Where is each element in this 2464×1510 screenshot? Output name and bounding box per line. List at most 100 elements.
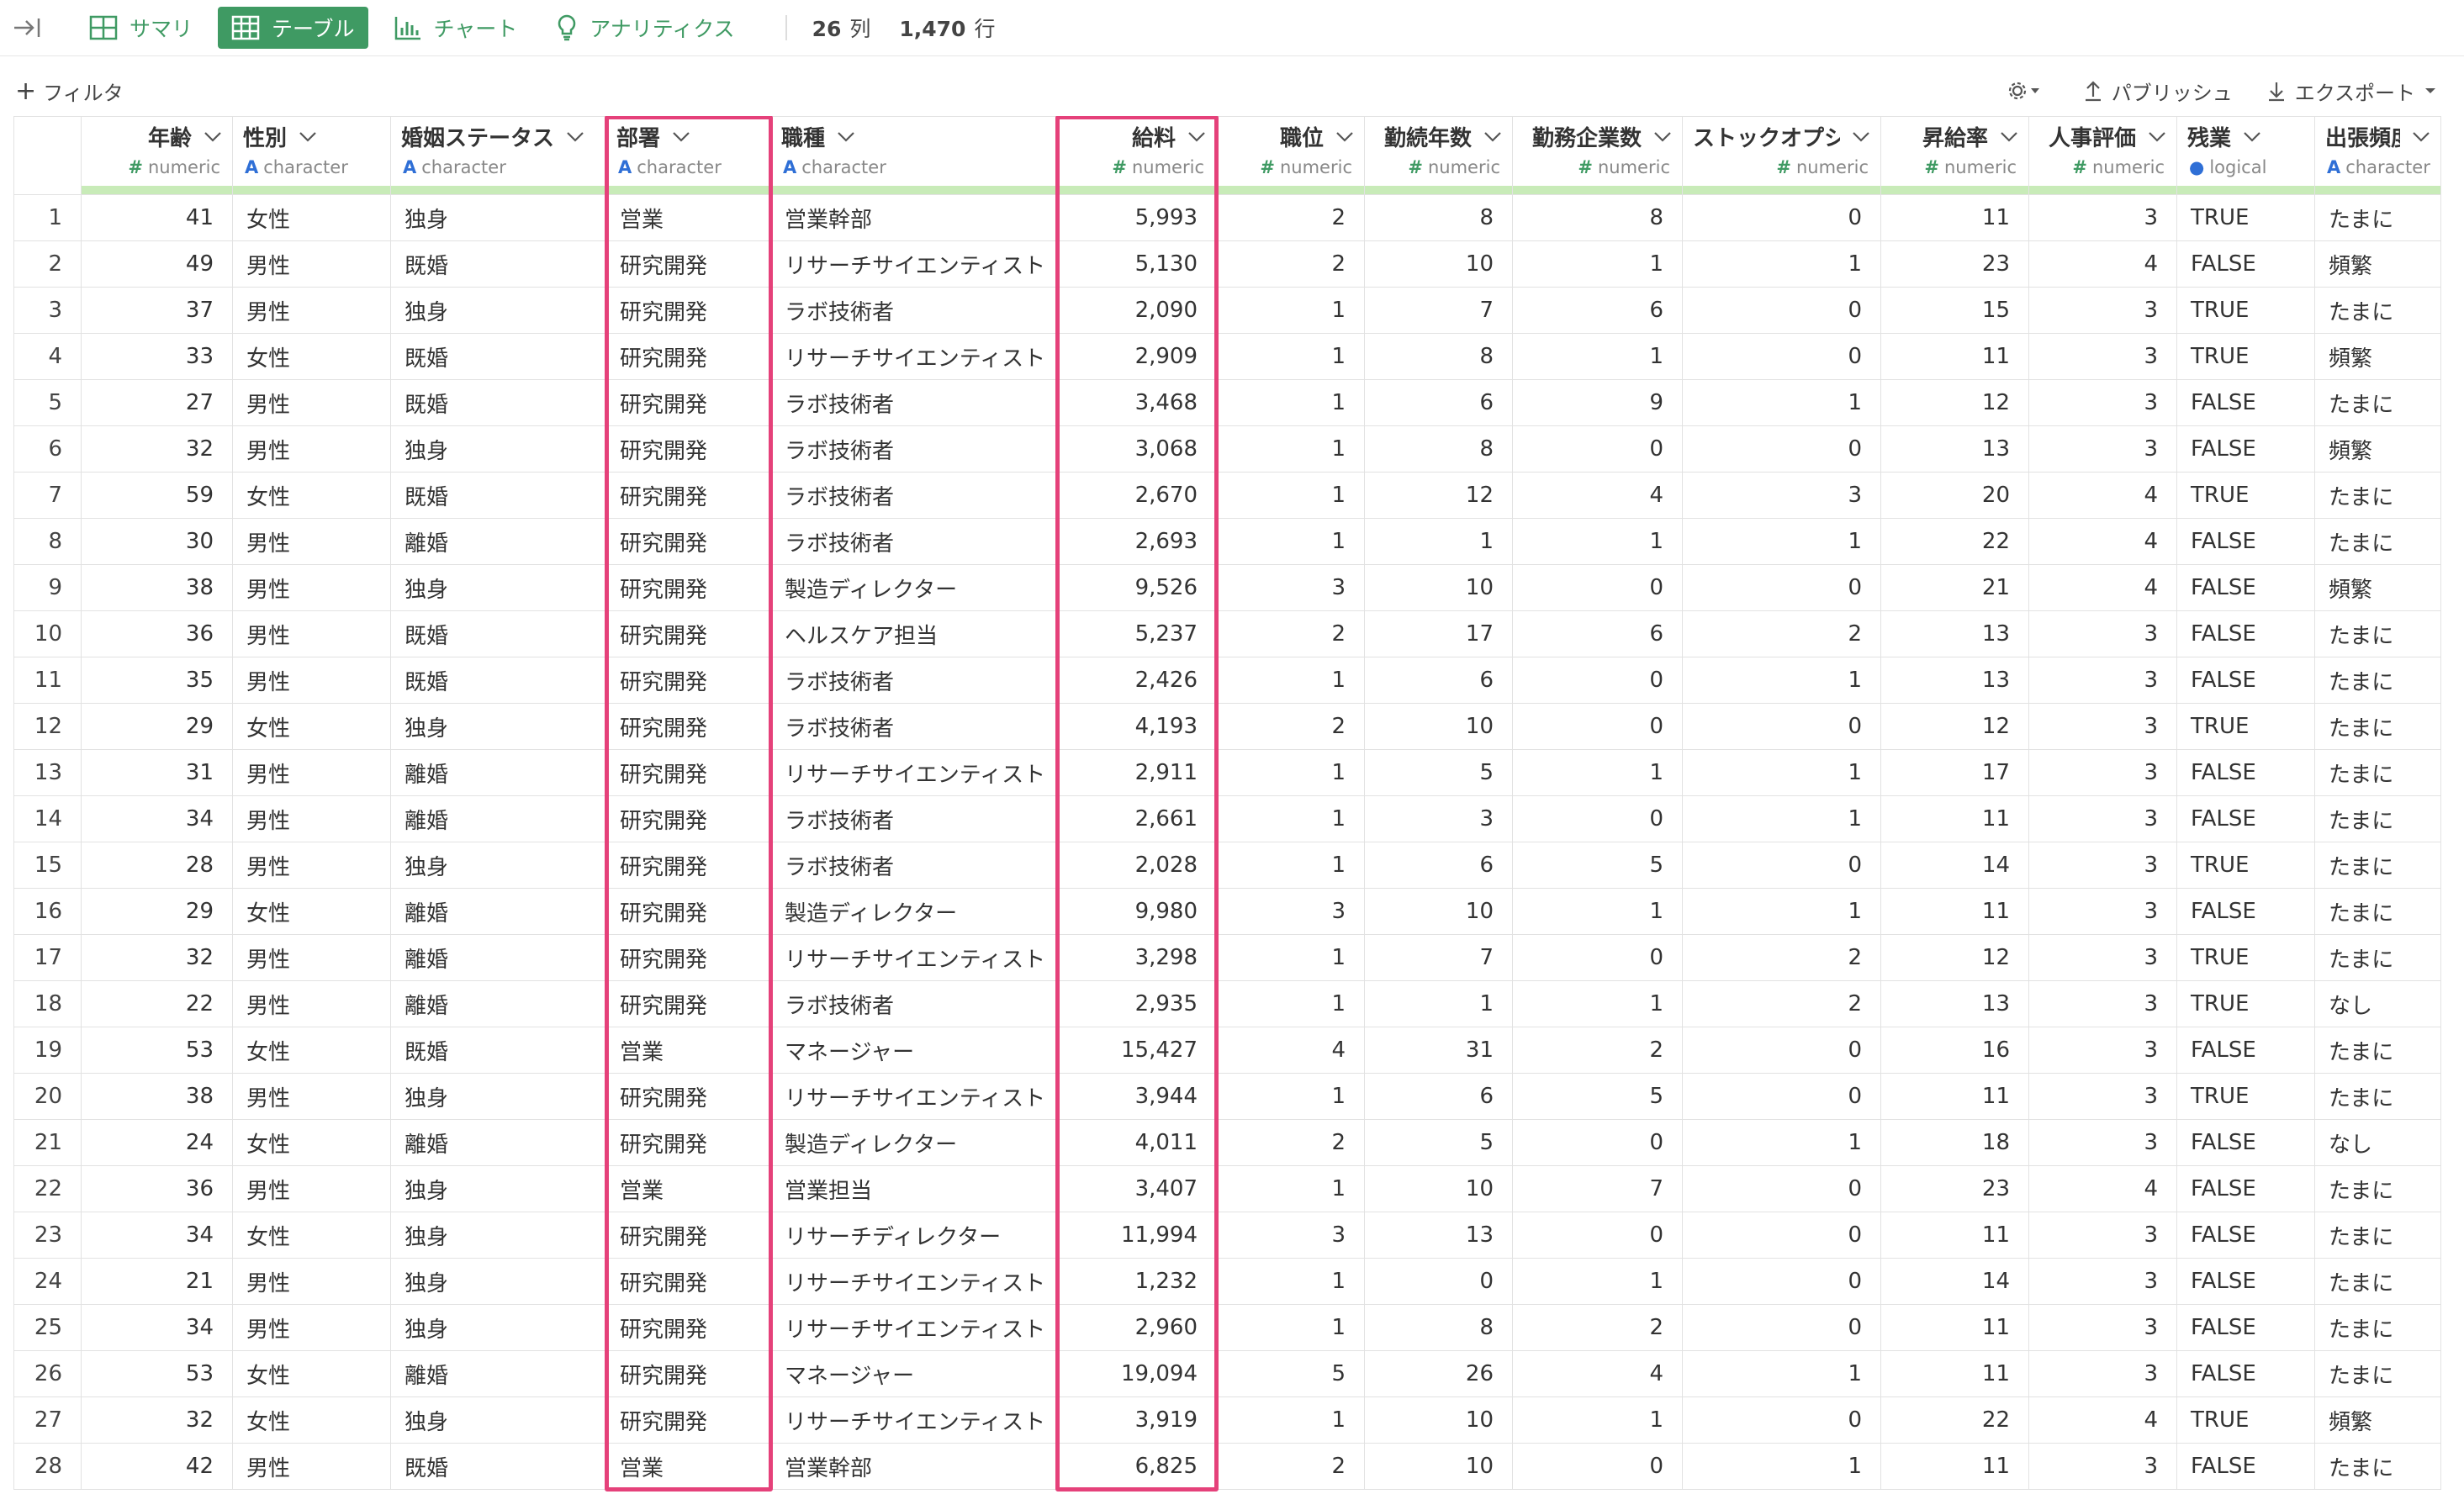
table-cell[interactable]: FALSE [2176, 1443, 2315, 1490]
table-cell[interactable]: 0 [1682, 1073, 1881, 1120]
table-cell[interactable]: FALSE [2176, 1304, 2315, 1351]
chevron-down-icon[interactable] [204, 124, 222, 149]
table-cell[interactable]: 5 [1364, 1119, 1513, 1166]
table-cell[interactable]: 1 [1512, 749, 1683, 796]
table-cell[interactable]: TRUE [2176, 194, 2315, 241]
table-cell[interactable]: 11 [1880, 1073, 2029, 1120]
row-number[interactable]: 22 [13, 1165, 82, 1212]
column-header[interactable]: 性別 Acharacter [232, 116, 391, 195]
publish-button[interactable]: パブリッシュ [2083, 77, 2233, 106]
chevron-down-icon[interactable] [1852, 124, 1870, 149]
table-cell[interactable]: 独身 [390, 287, 606, 334]
table-cell[interactable]: 11 [1880, 795, 2029, 842]
table-cell[interactable]: 17 [1880, 749, 2029, 796]
table-cell[interactable]: たまに [2314, 703, 2441, 750]
table-cell[interactable]: 9 [1512, 379, 1683, 426]
table-cell[interactable]: 11 [1880, 1443, 2029, 1490]
table-cell[interactable]: 既婚 [390, 379, 606, 426]
table-cell[interactable]: たまに [2314, 518, 2441, 565]
table-cell[interactable]: 31 [81, 749, 233, 796]
table-cell[interactable]: たまに [2314, 795, 2441, 842]
column-header[interactable]: 昇給率 # numeric [1880, 116, 2029, 195]
table-cell[interactable]: なし [2314, 1119, 2441, 1166]
table-cell[interactable]: 12 [1880, 703, 2029, 750]
table-cell[interactable]: 8 [1364, 333, 1513, 380]
table-cell[interactable]: 1 [1682, 1350, 1881, 1397]
table-cell[interactable]: リサーチサイエンティスト [770, 1396, 1057, 1444]
table-cell[interactable]: 23 [1880, 1165, 2029, 1212]
table-cell[interactable]: 0 [1682, 1027, 1881, 1074]
table-cell[interactable]: 3 [2028, 287, 2177, 334]
table-cell[interactable]: 3 [2028, 842, 2177, 889]
table-cell[interactable]: 製造ディレクター [770, 564, 1057, 611]
table-cell[interactable]: 独身 [390, 425, 606, 473]
table-cell[interactable]: 男性 [232, 749, 391, 796]
table-cell[interactable]: 10 [1364, 1165, 1513, 1212]
table-cell[interactable]: 男性 [232, 1304, 391, 1351]
table-cell[interactable]: 3 [2028, 980, 2177, 1027]
table-cell[interactable]: 3 [2028, 1443, 2177, 1490]
table-cell[interactable]: 0 [1512, 703, 1683, 750]
table-cell[interactable]: 4 [2028, 1396, 2177, 1444]
table-cell[interactable]: 女性 [232, 1119, 391, 1166]
table-cell[interactable]: 男性 [232, 980, 391, 1027]
table-cell[interactable]: 2 [1216, 240, 1365, 288]
row-number[interactable]: 8 [13, 518, 82, 565]
row-number[interactable]: 12 [13, 703, 82, 750]
table-cell[interactable]: 5 [1512, 842, 1683, 889]
column-header[interactable]: 勤務企業数 # numeric [1512, 116, 1683, 195]
row-number[interactable]: 11 [13, 657, 82, 704]
table-cell[interactable]: 11 [1880, 194, 2029, 241]
table-cell[interactable]: 離婚 [390, 1350, 606, 1397]
table-cell[interactable]: 1 [1216, 657, 1365, 704]
table-cell[interactable]: TRUE [2176, 287, 2315, 334]
table-cell[interactable]: 34 [81, 1212, 233, 1259]
table-cell[interactable]: 10 [1364, 564, 1513, 611]
chevron-down-icon[interactable] [1335, 124, 1354, 149]
export-button[interactable]: エクスポート [2266, 77, 2447, 106]
table-cell[interactable]: 2 [1512, 1304, 1683, 1351]
table-cell[interactable]: ラボ技術者 [770, 425, 1057, 473]
table-cell[interactable]: 29 [81, 888, 233, 935]
table-cell[interactable]: 14 [1880, 842, 2029, 889]
table-cell[interactable]: 34 [81, 1304, 233, 1351]
table-cell[interactable]: 男性 [232, 795, 391, 842]
table-cell[interactable]: 3 [2028, 1027, 2177, 1074]
table-cell[interactable]: 53 [81, 1027, 233, 1074]
row-number[interactable]: 4 [13, 333, 82, 380]
row-number[interactable]: 25 [13, 1304, 82, 1351]
table-cell[interactable]: たまに [2314, 1350, 2441, 1397]
table-cell[interactable]: 0 [1682, 564, 1881, 611]
table-cell[interactable]: 1 [1216, 1258, 1365, 1305]
table-cell[interactable]: ラボ技術者 [770, 657, 1057, 704]
table-cell[interactable]: 1 [1512, 240, 1683, 288]
table-cell[interactable]: 男性 [232, 1258, 391, 1305]
table-cell[interactable]: 21 [81, 1258, 233, 1305]
table-cell[interactable]: 1 [1216, 518, 1365, 565]
table-cell[interactable]: 21 [1880, 564, 2029, 611]
table-cell[interactable]: 3 [2028, 425, 2177, 473]
table-cell[interactable]: 独身 [390, 1073, 606, 1120]
table-cell[interactable]: 2 [1512, 1027, 1683, 1074]
table-cell[interactable]: 独身 [390, 1212, 606, 1259]
table-cell[interactable]: リサーチサイエンティスト [770, 333, 1057, 380]
row-number[interactable]: 15 [13, 842, 82, 889]
table-cell[interactable]: 既婚 [390, 1443, 606, 1490]
table-cell[interactable]: 1 [1512, 980, 1683, 1027]
table-cell[interactable]: 5 [1216, 1350, 1365, 1397]
table-cell[interactable]: 22 [1880, 1396, 2029, 1444]
table-cell[interactable]: 1 [1364, 518, 1513, 565]
table-cell[interactable]: 男性 [232, 518, 391, 565]
table-cell[interactable]: 5 [1364, 749, 1513, 796]
table-cell[interactable]: 3 [2028, 1073, 2177, 1120]
table-cell[interactable]: 1 [1216, 1073, 1365, 1120]
table-cell[interactable]: 1 [1216, 980, 1365, 1027]
table-cell[interactable]: FALSE [2176, 1258, 2315, 1305]
row-number[interactable]: 16 [13, 888, 82, 935]
table-cell[interactable]: 2 [1216, 1119, 1365, 1166]
table-cell[interactable]: 2 [1216, 610, 1365, 657]
table-cell[interactable]: 42 [81, 1443, 233, 1490]
table-cell[interactable]: 1 [1216, 1165, 1365, 1212]
table-cell[interactable]: 0 [1682, 703, 1881, 750]
row-number[interactable]: 7 [13, 472, 82, 519]
